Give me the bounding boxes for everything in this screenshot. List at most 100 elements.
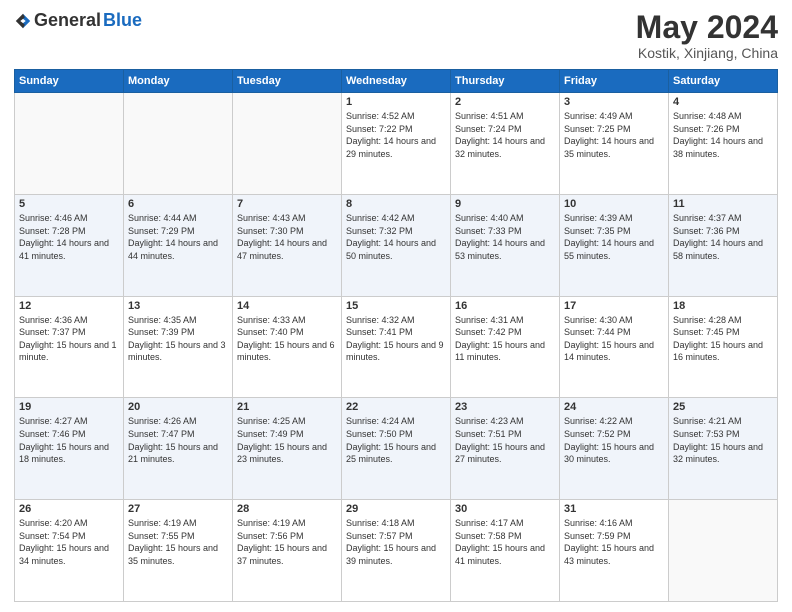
calendar-header-row: SundayMondayTuesdayWednesdayThursdayFrid… [15, 70, 778, 93]
day-info: Sunrise: 4:20 AMSunset: 7:54 PMDaylight:… [19, 517, 119, 567]
calendar-week-row: 19 Sunrise: 4:27 AMSunset: 7:46 PMDayligh… [15, 398, 778, 500]
calendar-cell: 19 Sunrise: 4:27 AMSunset: 7:46 PMDayligh… [15, 398, 124, 500]
calendar-cell: 5 Sunrise: 4:46 AMSunset: 7:28 PMDaylight… [15, 194, 124, 296]
month-title: May 2024 [636, 10, 778, 45]
calendar-cell: 20 Sunrise: 4:26 AMSunset: 7:47 PMDayligh… [124, 398, 233, 500]
calendar-cell: 11 Sunrise: 4:37 AMSunset: 7:36 PMDayligh… [669, 194, 778, 296]
calendar-cell [233, 93, 342, 195]
day-info: Sunrise: 4:27 AMSunset: 7:46 PMDaylight:… [19, 415, 119, 465]
day-number: 28 [237, 503, 337, 515]
weekday-header: Sunday [15, 70, 124, 93]
calendar-cell: 10 Sunrise: 4:39 AMSunset: 7:35 PMDayligh… [560, 194, 669, 296]
day-info: Sunrise: 4:48 AMSunset: 7:26 PMDaylight:… [673, 110, 773, 160]
calendar-cell: 4 Sunrise: 4:48 AMSunset: 7:26 PMDaylight… [669, 93, 778, 195]
logo-blue: Blue [103, 10, 142, 31]
header: GeneralBlue May 2024 Kostik, Xinjiang, C… [14, 10, 778, 61]
day-info: Sunrise: 4:33 AMSunset: 7:40 PMDaylight:… [237, 314, 337, 364]
weekday-header: Friday [560, 70, 669, 93]
day-number: 24 [564, 401, 664, 413]
day-info: Sunrise: 4:49 AMSunset: 7:25 PMDaylight:… [564, 110, 664, 160]
day-info: Sunrise: 4:37 AMSunset: 7:36 PMDaylight:… [673, 212, 773, 262]
day-info: Sunrise: 4:28 AMSunset: 7:45 PMDaylight:… [673, 314, 773, 364]
page: GeneralBlue May 2024 Kostik, Xinjiang, C… [0, 0, 792, 612]
day-number: 2 [455, 96, 555, 108]
day-info: Sunrise: 4:25 AMSunset: 7:49 PMDaylight:… [237, 415, 337, 465]
day-info: Sunrise: 4:19 AMSunset: 7:55 PMDaylight:… [128, 517, 228, 567]
calendar-cell: 22 Sunrise: 4:24 AMSunset: 7:50 PMDayligh… [342, 398, 451, 500]
day-number: 16 [455, 300, 555, 312]
day-info: Sunrise: 4:51 AMSunset: 7:24 PMDaylight:… [455, 110, 555, 160]
day-info: Sunrise: 4:16 AMSunset: 7:59 PMDaylight:… [564, 517, 664, 567]
day-info: Sunrise: 4:31 AMSunset: 7:42 PMDaylight:… [455, 314, 555, 364]
calendar-cell: 14 Sunrise: 4:33 AMSunset: 7:40 PMDayligh… [233, 296, 342, 398]
day-number: 12 [19, 300, 119, 312]
calendar-week-row: 1Sunrise: 4:52 AMSunset: 7:22 PMDaylight… [15, 93, 778, 195]
day-number: 4 [673, 96, 773, 108]
day-info: Sunrise: 4:43 AMSunset: 7:30 PMDaylight:… [237, 212, 337, 262]
calendar-cell: 29Sunrise: 4:18 AMSunset: 7:57 PMDayligh… [342, 500, 451, 602]
calendar-cell: 27 Sunrise: 4:19 AMSunset: 7:55 PMDayligh… [124, 500, 233, 602]
calendar-cell: 24 Sunrise: 4:22 AMSunset: 7:52 PMDayligh… [560, 398, 669, 500]
calendar-cell: 6 Sunrise: 4:44 AMSunset: 7:29 PMDaylight… [124, 194, 233, 296]
day-info: Sunrise: 4:44 AMSunset: 7:29 PMDaylight:… [128, 212, 228, 262]
day-info: Sunrise: 4:35 AMSunset: 7:39 PMDaylight:… [128, 314, 228, 364]
day-number: 8 [346, 198, 446, 210]
day-number: 19 [19, 401, 119, 413]
day-number: 11 [673, 198, 773, 210]
weekday-header: Thursday [451, 70, 560, 93]
calendar-cell: 30 Sunrise: 4:17 AMSunset: 7:58 PMDayligh… [451, 500, 560, 602]
calendar-cell: 26 Sunrise: 4:20 AMSunset: 7:54 PMDayligh… [15, 500, 124, 602]
day-number: 25 [673, 401, 773, 413]
calendar-cell: 7Sunrise: 4:43 AMSunset: 7:30 PMDaylight… [233, 194, 342, 296]
day-number: 14 [237, 300, 337, 312]
calendar-cell: 25 Sunrise: 4:21 AMSunset: 7:53 PMDayligh… [669, 398, 778, 500]
day-number: 9 [455, 198, 555, 210]
day-info: Sunrise: 4:21 AMSunset: 7:53 PMDaylight:… [673, 415, 773, 465]
day-number: 15 [346, 300, 446, 312]
day-number: 10 [564, 198, 664, 210]
calendar-cell: 12Sunrise: 4:36 AMSunset: 7:37 PMDayligh… [15, 296, 124, 398]
calendar-week-row: 12Sunrise: 4:36 AMSunset: 7:37 PMDayligh… [15, 296, 778, 398]
day-info: Sunrise: 4:32 AMSunset: 7:41 PMDaylight:… [346, 314, 446, 364]
day-number: 20 [128, 401, 228, 413]
calendar-week-row: 5 Sunrise: 4:46 AMSunset: 7:28 PMDaylight… [15, 194, 778, 296]
calendar-cell: 21 Sunrise: 4:25 AMSunset: 7:49 PMDayligh… [233, 398, 342, 500]
day-info: Sunrise: 4:40 AMSunset: 7:33 PMDaylight:… [455, 212, 555, 262]
calendar-cell: 3 Sunrise: 4:49 AMSunset: 7:25 PMDaylight… [560, 93, 669, 195]
day-info: Sunrise: 4:22 AMSunset: 7:52 PMDaylight:… [564, 415, 664, 465]
day-info: Sunrise: 4:39 AMSunset: 7:35 PMDaylight:… [564, 212, 664, 262]
calendar-cell: 16 Sunrise: 4:31 AMSunset: 7:42 PMDayligh… [451, 296, 560, 398]
day-number: 6 [128, 198, 228, 210]
logo-icon [14, 12, 32, 30]
calendar-cell [15, 93, 124, 195]
day-info: Sunrise: 4:46 AMSunset: 7:28 PMDaylight:… [19, 212, 119, 262]
day-number: 27 [128, 503, 228, 515]
day-number: 31 [564, 503, 664, 515]
calendar-cell: 2 Sunrise: 4:51 AMSunset: 7:24 PMDaylight… [451, 93, 560, 195]
logo-general: General [34, 10, 101, 31]
day-info: Sunrise: 4:24 AMSunset: 7:50 PMDaylight:… [346, 415, 446, 465]
calendar-cell: 15 Sunrise: 4:32 AMSunset: 7:41 PMDayligh… [342, 296, 451, 398]
day-info: Sunrise: 4:18 AMSunset: 7:57 PMDaylight:… [346, 517, 446, 567]
day-number: 23 [455, 401, 555, 413]
day-info: Sunrise: 4:17 AMSunset: 7:58 PMDaylight:… [455, 517, 555, 567]
calendar-cell: 9 Sunrise: 4:40 AMSunset: 7:33 PMDaylight… [451, 194, 560, 296]
day-number: 5 [19, 198, 119, 210]
calendar-table: SundayMondayTuesdayWednesdayThursdayFrid… [14, 69, 778, 602]
weekday-header: Tuesday [233, 70, 342, 93]
calendar-week-row: 26 Sunrise: 4:20 AMSunset: 7:54 PMDayligh… [15, 500, 778, 602]
calendar-cell: 13Sunrise: 4:35 AMSunset: 7:39 PMDayligh… [124, 296, 233, 398]
day-number: 3 [564, 96, 664, 108]
day-info: Sunrise: 4:23 AMSunset: 7:51 PMDaylight:… [455, 415, 555, 465]
calendar-cell [669, 500, 778, 602]
day-number: 30 [455, 503, 555, 515]
day-info: Sunrise: 4:19 AMSunset: 7:56 PMDaylight:… [237, 517, 337, 567]
title-area: May 2024 Kostik, Xinjiang, China [636, 10, 778, 61]
day-info: Sunrise: 4:42 AMSunset: 7:32 PMDaylight:… [346, 212, 446, 262]
day-number: 18 [673, 300, 773, 312]
day-number: 26 [19, 503, 119, 515]
day-number: 21 [237, 401, 337, 413]
day-info: Sunrise: 4:26 AMSunset: 7:47 PMDaylight:… [128, 415, 228, 465]
day-number: 22 [346, 401, 446, 413]
weekday-header: Saturday [669, 70, 778, 93]
